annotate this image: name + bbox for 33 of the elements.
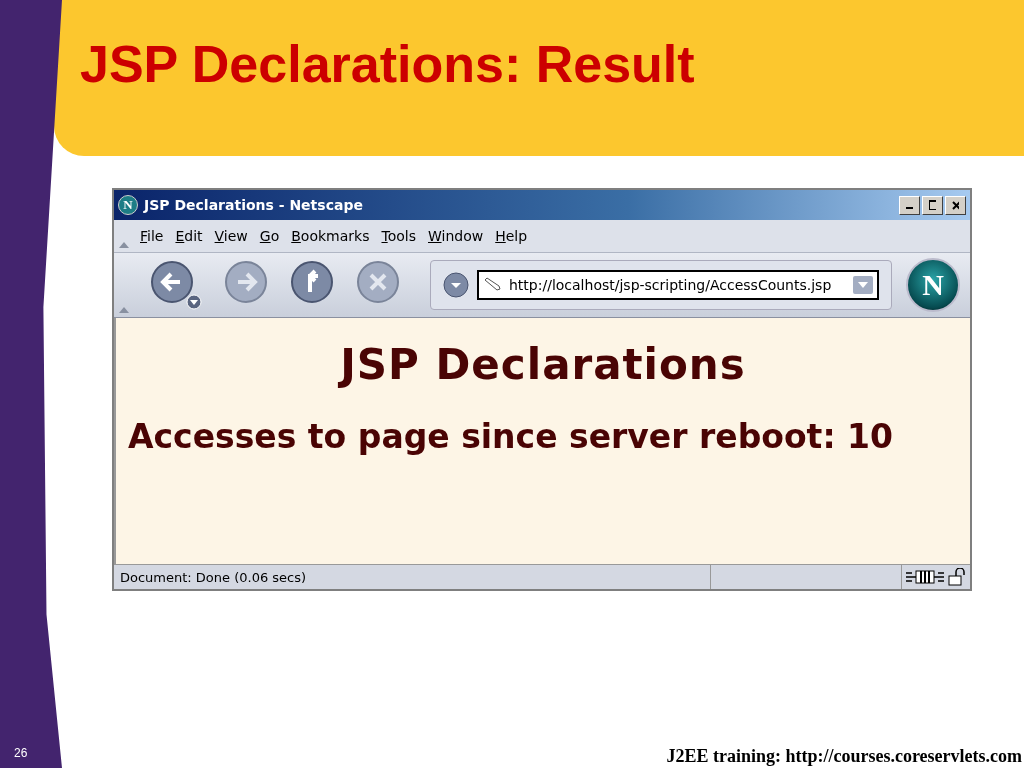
browser-icon: N [118,195,138,215]
page-heading: JSP Declarations [337,340,747,389]
url-text: http://localhost/jsp-scripting/AccessCounts.jsp [509,277,833,293]
lock-icon[interactable] [948,568,966,586]
minimize-button[interactable] [899,195,920,215]
dropdown-icon[interactable] [443,272,469,298]
menu-item[interactable]: Bookmarks [285,228,376,244]
plug-icon[interactable] [906,569,944,585]
maximize-button[interactable] [922,195,943,215]
menu-item[interactable]: Go [253,228,286,244]
stop-button[interactable] [356,260,400,304]
menu-item[interactable]: Help [489,228,534,244]
status-text: Document: Done (0.06 secs) [114,565,711,589]
close-button[interactable] [945,195,966,215]
forward-button[interactable] [224,260,268,304]
logo-icon[interactable]: N [906,258,960,312]
menu-item[interactable]: File [134,228,170,244]
window-title: JSP Declarations - Netscape [144,197,364,213]
reload-button[interactable] [290,260,334,304]
back-button[interactable] [150,260,202,310]
pen-icon [483,277,503,293]
close-icon [952,200,959,210]
slide-title: JSP Declarations: Result [80,34,695,94]
minimize-icon [906,207,913,209]
page-number: 26 [13,746,29,762]
address-field[interactable]: http://localhost/jsp-scripting/AccessCounts.jsp [477,270,879,300]
access-count-text: Accesses to page since server reboot: 10 [128,417,894,456]
menu-item[interactable]: View [208,228,254,244]
footer-text: J2EE training: http://courses.coreservlets.com [666,746,1022,768]
maximize-icon [929,200,936,210]
menu-item[interactable]: Edit [169,228,209,244]
menu-item[interactable]: Window [422,228,490,244]
menu-item[interactable]: Tools [375,228,422,244]
